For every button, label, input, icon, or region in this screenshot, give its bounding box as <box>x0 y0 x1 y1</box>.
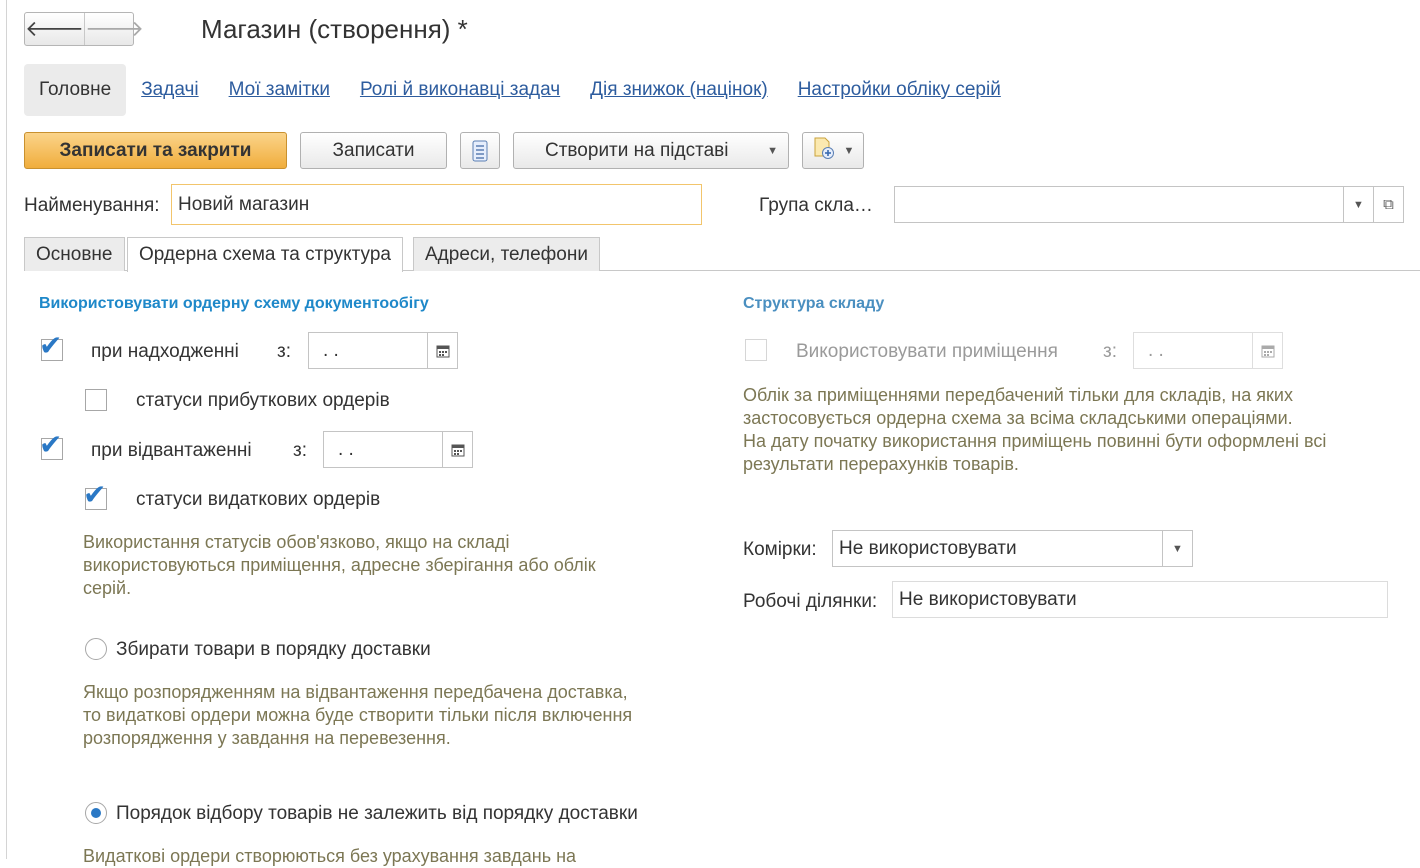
work-areas-value: Не використовувати <box>899 588 1077 610</box>
statuses-note-line: використовуються приміщення, адресне збе… <box>83 555 596 575</box>
statuses-note-line: серій. <box>83 578 132 598</box>
receipt-date-label: з: <box>277 341 291 362</box>
delivery-order-radio[interactable] <box>85 638 107 660</box>
delivery-note: Якщо розпорядженням на відвантаження пер… <box>83 681 632 750</box>
back-arrow-icon[interactable]: 🡐 <box>25 13 84 45</box>
chevron-down-icon: ▼ <box>843 144 855 157</box>
shipment-date-label: з: <box>293 440 307 461</box>
name-input[interactable]: Новий магазин <box>171 184 702 225</box>
statuses-note: Використання статусів обов'язково, якщо … <box>83 531 596 600</box>
work-areas-field[interactable]: Не використовувати <box>892 581 1388 618</box>
shipment-label: при відвантаженні <box>91 440 252 461</box>
premises-note-line: На дату початку використання приміщень п… <box>743 431 1327 451</box>
list-icon[interactable] <box>460 132 500 169</box>
chevron-down-icon[interactable]: ▼ <box>1162 531 1192 566</box>
name-label: Найменування: <box>24 195 160 216</box>
receipt-statuses-checkbox[interactable] <box>85 389 107 411</box>
shipment-statuses-checkbox[interactable]: ✔ <box>83 481 107 510</box>
section-discounts[interactable]: Дія знижок (націнок) <box>590 79 768 101</box>
checkmark-icon: ✔ <box>39 330 63 361</box>
section-main[interactable]: Головне <box>24 64 127 116</box>
cells-value: Не використовувати <box>839 537 1017 559</box>
tab-addresses[interactable]: Адреси, телефони <box>413 237 600 271</box>
delivery-note-line: Якщо розпорядженням на відвантаження пер… <box>83 682 628 702</box>
receipt-label: при надходженні <box>91 341 239 362</box>
cells-select[interactable]: Не використовувати ▼ <box>832 530 1193 567</box>
shipment-date-input[interactable]: . . <box>323 431 473 468</box>
calendar-icon[interactable] <box>442 432 472 467</box>
group-label: Група скла… <box>759 195 873 216</box>
cells-label: Комірки: <box>743 539 817 560</box>
calendar-icon[interactable] <box>427 333 457 368</box>
window-left-border <box>6 0 7 859</box>
independent-order-label: Порядок відбору товарів не залежить від … <box>116 803 638 824</box>
work-areas-label: Робочі ділянки: <box>743 591 878 612</box>
premises-date-value: . . <box>1148 339 1164 361</box>
structure-heading: Структура складу <box>743 295 885 312</box>
section-roles[interactable]: Ролі й виконавці задач <box>360 79 560 101</box>
open-icon[interactable]: ⧉ <box>1373 187 1403 222</box>
premises-date-label: з: <box>1103 341 1117 362</box>
navigation-buttons: 🡐 🡒 <box>24 12 144 46</box>
premises-date-input[interactable]: . . <box>1133 332 1283 369</box>
independent-order-radio[interactable] <box>85 802 107 824</box>
create-based-on-label: Створити на підставі <box>545 139 729 161</box>
receipt-date-input[interactable]: . . <box>308 332 458 369</box>
shipment-date-value: . . <box>338 438 354 460</box>
save-button[interactable]: Записати <box>300 132 447 169</box>
shipment-checkbox[interactable]: ✔ <box>39 431 63 460</box>
premises-note-line: застосовується ордерна схема за всіма ск… <box>743 408 1293 428</box>
use-premises-label: Використовувати приміщення <box>796 341 1058 362</box>
receipt-checkbox[interactable]: ✔ <box>39 332 63 361</box>
checkmark-icon: ✔ <box>83 479 107 510</box>
premises-note: Облік за приміщеннями передбачений тільк… <box>743 384 1326 476</box>
save-and-close-button[interactable]: Записати та закрити <box>24 132 287 169</box>
section-tasks[interactable]: Задачі <box>141 79 198 101</box>
checkmark-icon: ✔ <box>39 429 63 460</box>
attach-document-button[interactable]: ▼ <box>802 132 864 169</box>
delivery-note-line: розпорядження у завдання на перевезення. <box>83 728 451 748</box>
tab-order-scheme[interactable]: Ордерна схема та структура <box>127 237 403 272</box>
delivery-note-line: то видаткові ордери можна буде створити … <box>83 705 633 725</box>
section-my-notes[interactable]: Мої замітки <box>229 79 330 101</box>
receipt-statuses-label: статуси прибуткових ордерів <box>136 390 390 411</box>
radio-dot <box>91 808 101 818</box>
section-bar: Головне Задачі Мої замітки Ролі й викона… <box>24 64 1016 116</box>
page-title: Магазин (створення) * <box>201 14 468 44</box>
tab-main[interactable]: Основне <box>24 237 125 271</box>
independent-note: Видаткові ордери створюються без урахува… <box>83 846 577 866</box>
section-series-settings[interactable]: Настройки обліку серій <box>798 79 1001 101</box>
chevron-down-icon[interactable]: ▼ <box>1343 187 1373 222</box>
shipment-statuses-label: статуси видаткових ордерів <box>136 489 381 510</box>
calendar-icon[interactable] <box>1252 333 1282 368</box>
group-input[interactable]: ▼ ⧉ <box>894 186 1404 223</box>
premises-note-line: результати перерахунків товарів. <box>743 454 1019 474</box>
premises-note-line: Облік за приміщеннями передбачений тільк… <box>743 385 1293 405</box>
chevron-down-icon: ▼ <box>767 144 778 157</box>
document-add-icon <box>812 136 836 166</box>
use-premises-checkbox[interactable] <box>745 339 767 361</box>
order-scheme-heading: Використовувати ордерну схему документоо… <box>39 295 429 312</box>
name-value: Новий магазин <box>178 193 310 215</box>
delivery-order-label: Збирати товари в порядку доставки <box>116 639 431 660</box>
forward-arrow-icon[interactable]: 🡒 <box>84 13 144 45</box>
create-based-on-button[interactable]: Створити на підставі ▼ <box>513 132 789 169</box>
statuses-note-line: Використання статусів обов'язково, якщо … <box>83 532 510 552</box>
receipt-date-value: . . <box>323 339 339 361</box>
